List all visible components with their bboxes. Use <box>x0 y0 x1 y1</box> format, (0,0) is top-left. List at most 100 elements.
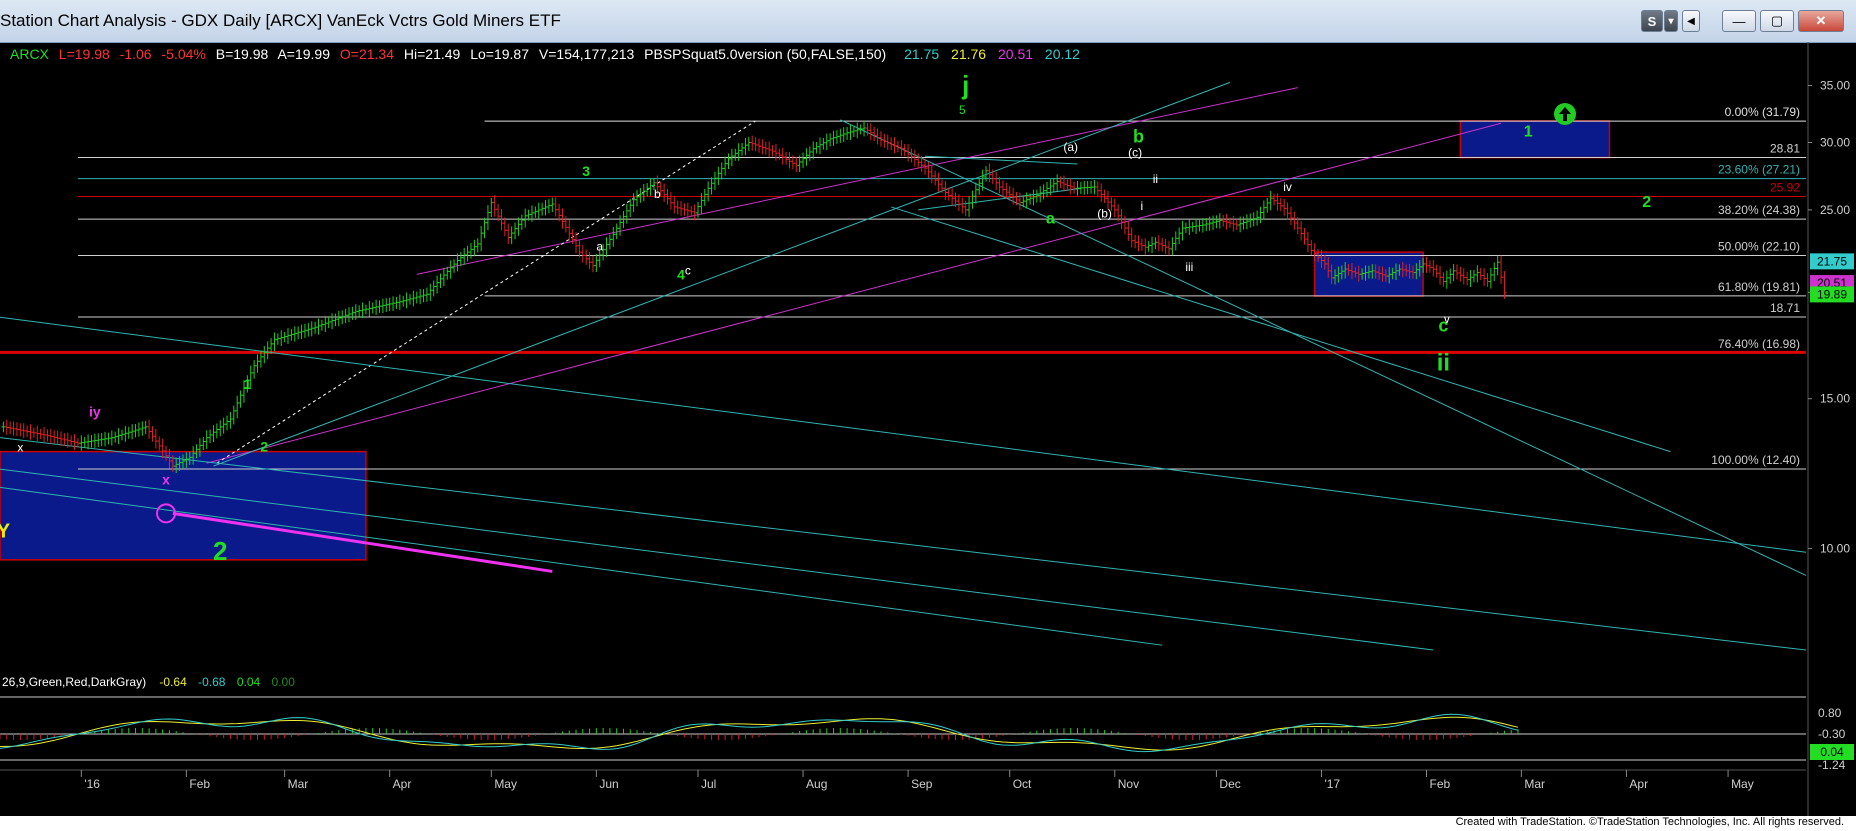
wave-label-12: 1 <box>1524 123 1533 140</box>
indicator-val-1: -0.64 <box>159 675 187 689</box>
wave-boxes <box>0 120 1611 561</box>
wave-label-24: x <box>17 441 23 455</box>
wave-label-18: (a) <box>1063 140 1078 154</box>
y-tick-label-2: 25.00 <box>1820 203 1850 217</box>
x-tick-label-9: Oct <box>1013 777 1032 791</box>
y-tick-label-1: 30.00 <box>1820 135 1850 149</box>
x-tick-label-11: Dec <box>1219 777 1240 791</box>
wave-label-22: a <box>596 239 603 253</box>
level-label-9: 100.00% (12.40) <box>1711 453 1800 467</box>
legend-study-val-2: 21.76 <box>951 46 986 62</box>
x-tick-label-7: Aug <box>806 777 827 791</box>
footer: Created with TradeStation. ©TradeStation… <box>0 816 1856 831</box>
wave-label-26: x <box>162 471 170 487</box>
wave-label-8: b <box>1133 126 1144 146</box>
level-label-0: 0.00% (31.79) <box>1725 105 1800 119</box>
legend-change: -1.06 <box>120 46 152 62</box>
trendlines <box>0 81 1807 651</box>
wave-label-4: 1 <box>243 376 251 392</box>
macd-axis-tag-label: 0.04 <box>1820 745 1844 759</box>
wave-label-10: ii <box>1437 349 1450 376</box>
wave-label-17: ii <box>1153 172 1158 186</box>
price-bars <box>1 120 1507 474</box>
y-tick-label-5: 10.00 <box>1820 542 1850 556</box>
wave-label-14: iii <box>1185 260 1193 274</box>
y-tick-label-4: 15.00 <box>1820 392 1850 406</box>
x-tick-label-10: Nov <box>1118 777 1139 791</box>
level-label-6: 61.80% (19.81) <box>1718 280 1800 294</box>
macd-axis-label-0: 0.80 <box>1818 706 1842 720</box>
legend-high: Hi=21.49 <box>404 46 461 62</box>
credit-text: Created with TradeStation. ©TradeStation… <box>1455 816 1844 828</box>
wave-label-16: i <box>1141 199 1144 213</box>
wave-label-19: (b) <box>1097 206 1112 220</box>
indicator-val-3: 0.04 <box>237 675 261 689</box>
tradestation-window: Station Chart Analysis - GDX Daily [ARCX… <box>0 0 1856 831</box>
x-tick-label-0: '16 <box>84 777 100 791</box>
x-tick-label-16: May <box>1731 777 1754 791</box>
macd-axis-label-1: -0.30 <box>1818 727 1846 741</box>
x-tick-label-15: Apr <box>1629 777 1648 791</box>
trendline-4 <box>840 119 1807 576</box>
legend-symbol: ARCX <box>10 46 50 62</box>
level-label-1: 28.81 <box>1770 141 1800 155</box>
x-tick-label-6: Jul <box>701 777 716 791</box>
axis-tag-label-2: 19.89 <box>1817 287 1847 301</box>
close-button[interactable]: ✕ <box>1798 10 1844 32</box>
trendline-1 <box>206 122 1502 464</box>
x-tick-label-2: Mar <box>288 777 309 791</box>
window-title: Station Chart Analysis - GDX Daily [ARCX… <box>0 11 561 30</box>
wave-label-20: (c) <box>1128 145 1142 159</box>
wave-label-27: Y <box>0 521 11 543</box>
legend-bid: B=19.98 <box>216 46 269 62</box>
y-tick-label-0: 35.00 <box>1820 79 1850 93</box>
up-arrow-icon <box>1554 103 1576 125</box>
x-tick-label-4: May <box>494 777 517 791</box>
wave-label-5: 2 <box>260 439 268 455</box>
legend-last: L=19.98 <box>59 46 110 62</box>
x-tick-label-5: Jun <box>599 777 618 791</box>
wave-label-2: 3 <box>582 163 590 179</box>
wave-label-23: c <box>685 263 691 277</box>
macd-signal-line <box>0 713 1519 753</box>
x-tick-label-8: Sep <box>911 777 933 791</box>
legend-low: Lo=19.87 <box>470 46 529 62</box>
level-label-3: 25.92 <box>1770 181 1800 195</box>
legend-study-val-4: 20.12 <box>1045 46 1080 62</box>
s-button[interactable]: S <box>1641 10 1663 32</box>
price-chart[interactable]: 0.00% (31.79) 28.81 23.60% (27.21) 25.92 38.… <box>0 42 1856 816</box>
fib-levels: 0.00% (31.79) 28.81 23.60% (27.21) 25.92 38.… <box>0 105 1806 470</box>
legend-volume: V=154,177,213 <box>539 46 635 62</box>
level-label-5: 50.00% (22.10) <box>1718 239 1800 253</box>
trendline-5 <box>890 206 1671 453</box>
legend-study: PBSPSquat5.0version (50,FALSE,150) <box>644 46 886 62</box>
wave-label-13: iv <box>1283 180 1292 194</box>
minimize-button[interactable]: — <box>1722 10 1756 32</box>
wave-label-25: iy <box>89 403 101 419</box>
level-label-4: 38.20% (24.38) <box>1718 203 1800 217</box>
x-tick-label-1: Feb <box>189 777 210 791</box>
legend-open: O=21.34 <box>340 46 394 62</box>
wave-label-0: j <box>961 70 969 100</box>
indicator-val-2: -0.68 <box>198 675 226 689</box>
wave-label-21: b <box>654 187 661 201</box>
s-dropdown-icon[interactable]: ▾ <box>1664 10 1678 32</box>
x-tick-label-3: Apr <box>393 777 412 791</box>
back-arrow-icon[interactable]: ◀ <box>1682 10 1700 32</box>
legend-ask: A=19.99 <box>277 46 330 62</box>
macd-axis-label-2: -1.24 <box>1818 758 1846 772</box>
wave-box-2 <box>1459 120 1611 159</box>
wave-label-1: 5 <box>959 103 966 117</box>
axis-tag-label-0: 21.75 <box>1817 254 1847 268</box>
x-tick-label-14: Mar <box>1524 777 1545 791</box>
legend-study-val-3: 20.51 <box>998 46 1033 62</box>
wave-label-11: 2 <box>1642 194 1651 211</box>
wave-label-7: a <box>1046 210 1055 227</box>
level-label-2: 23.60% (27.21) <box>1718 163 1800 177</box>
wave-label-6: 2 <box>213 536 227 566</box>
x-tick-label-13: Feb <box>1430 777 1451 791</box>
level-label-7: 18.71 <box>1770 301 1800 315</box>
indicator-label: 26,9,Green,Red,DarkGray) <box>2 675 146 689</box>
wave-label-15: v <box>1444 312 1450 326</box>
maximize-button[interactable]: ▢ <box>1760 10 1794 32</box>
